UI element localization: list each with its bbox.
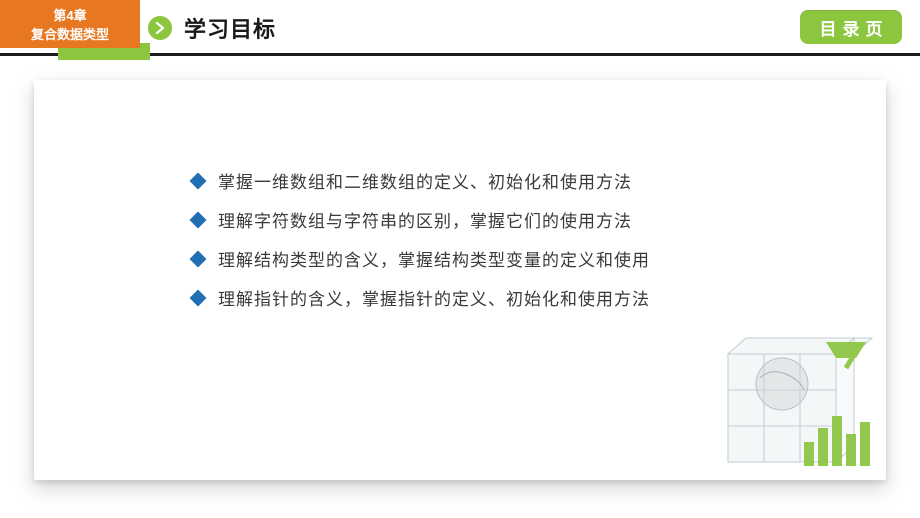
chevron-right-icon (148, 16, 172, 40)
content-card: 掌握一维数组和二维数组的定义、初始化和使用方法 理解字符数组与字符串的区别，掌握… (34, 80, 886, 480)
list-item: 理解结构类型的含义，掌握结构类型变量的定义和使用 (192, 246, 650, 271)
diamond-bullet-icon (190, 250, 207, 267)
diamond-bullet-icon (190, 172, 207, 189)
slide-header: 第4章 复合数据类型 学习目标 目录页 (0, 0, 920, 60)
chapter-number: 第4章 (53, 5, 86, 24)
toc-button[interactable]: 目录页 (800, 10, 902, 44)
bullet-list: 掌握一维数组和二维数组的定义、初始化和使用方法 理解字符数组与字符串的区别，掌握… (192, 168, 650, 310)
chapter-title: 复合数据类型 (31, 24, 109, 43)
toc-label: 目录页 (820, 15, 889, 40)
decorative-cube-globe-icon (708, 324, 878, 474)
list-item: 掌握一维数组和二维数组的定义、初始化和使用方法 (192, 168, 650, 193)
list-item: 理解字符数组与字符串的区别，掌握它们的使用方法 (192, 207, 650, 232)
bullet-text: 理解字符数组与字符串的区别，掌握它们的使用方法 (218, 207, 632, 232)
bullet-text: 理解指针的含义，掌握指针的定义、初始化和使用方法 (218, 285, 650, 310)
list-item: 理解指针的含义，掌握指针的定义、初始化和使用方法 (192, 285, 650, 310)
chapter-tab: 第4章 复合数据类型 (0, 0, 140, 48)
diamond-bullet-icon (190, 289, 207, 306)
page-title: 学习目标 (184, 12, 276, 44)
title-row: 学习目标 (148, 12, 276, 44)
bullet-text: 掌握一维数组和二维数组的定义、初始化和使用方法 (218, 168, 632, 193)
bullet-text: 理解结构类型的含义，掌握结构类型变量的定义和使用 (218, 246, 650, 271)
diamond-bullet-icon (190, 211, 207, 228)
